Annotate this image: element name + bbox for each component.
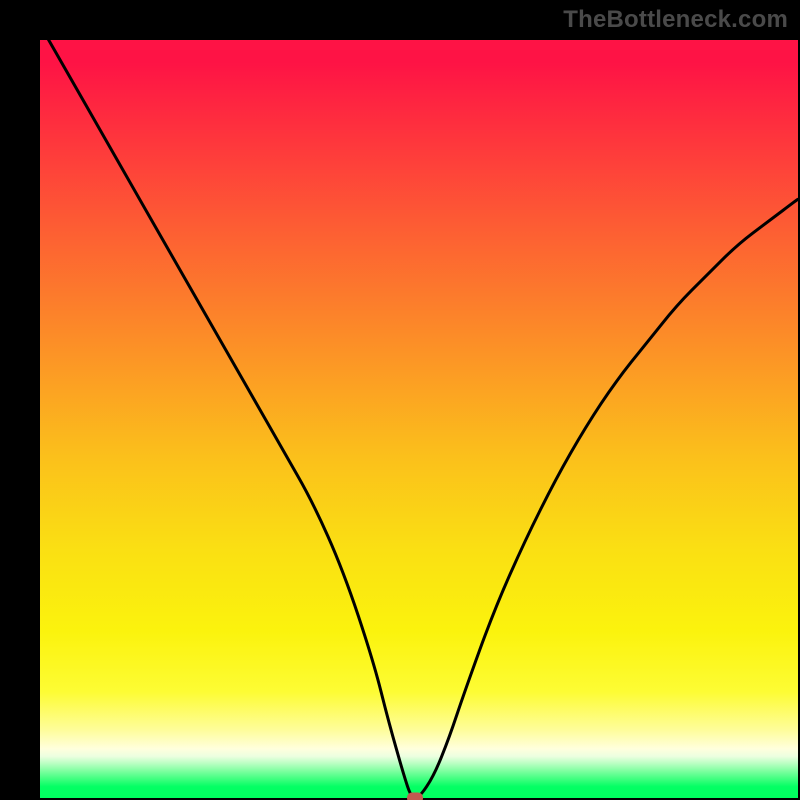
chart-curve	[40, 40, 798, 798]
watermark-text: TheBottleneck.com	[563, 6, 788, 34]
minimum-marker	[407, 793, 423, 800]
chart-frame: TheBottleneck.com	[0, 0, 800, 800]
bottleneck-curve-path	[40, 40, 798, 798]
